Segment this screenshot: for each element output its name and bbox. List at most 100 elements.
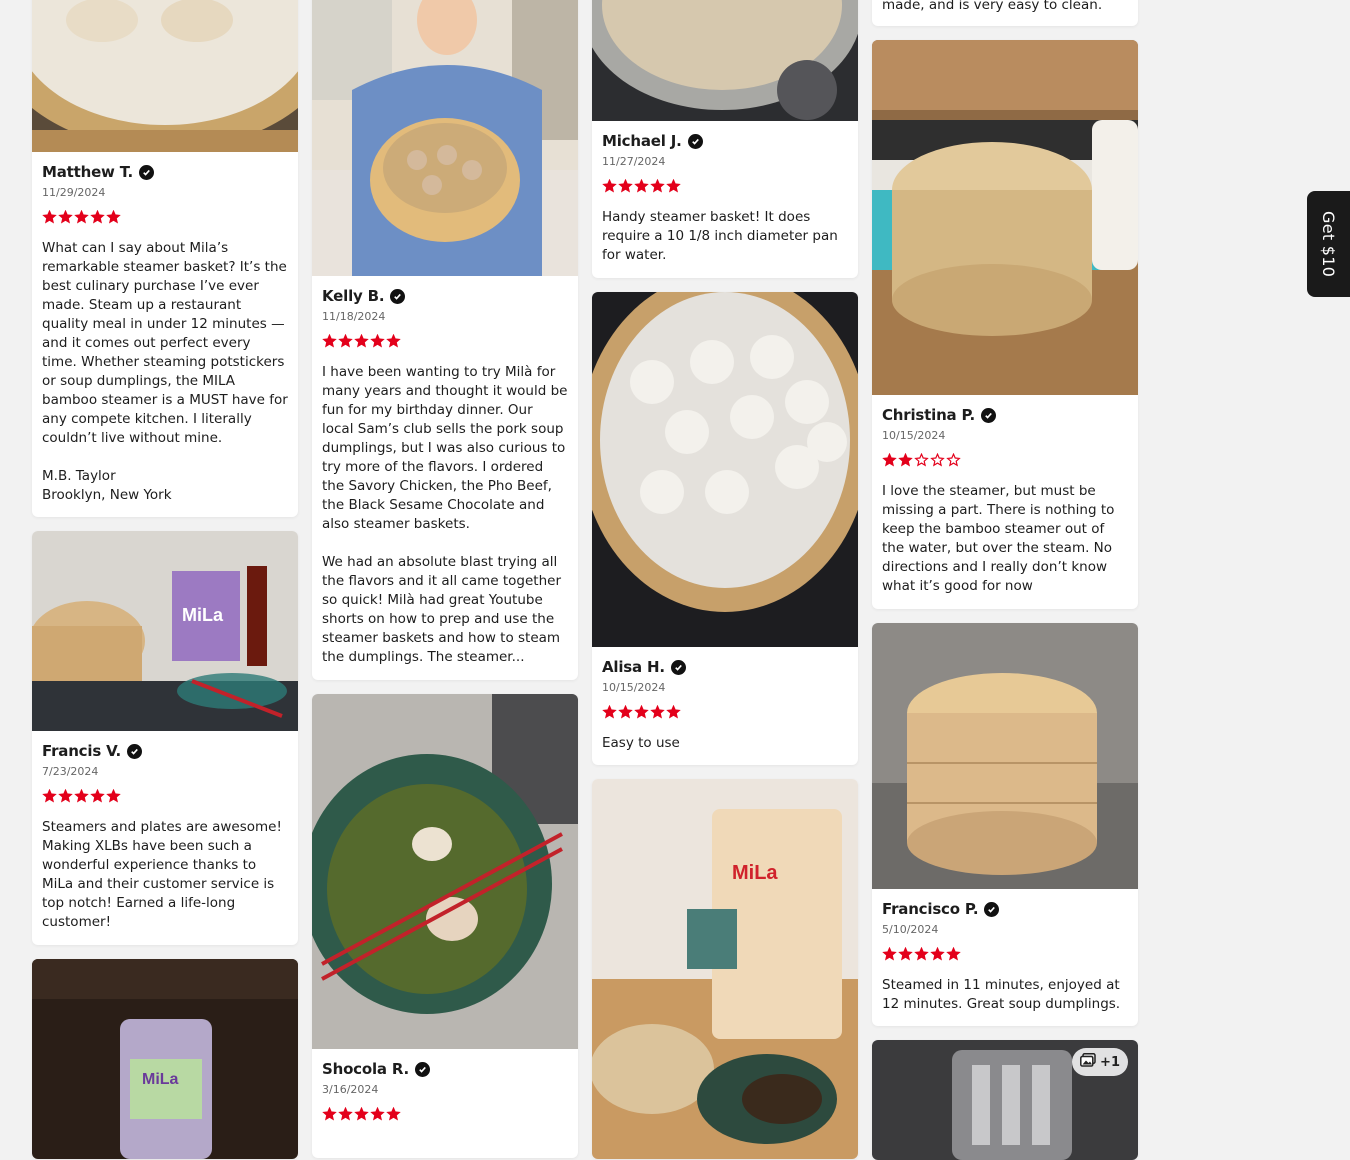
get-ten-tab[interactable]: Get $10 [1307,191,1350,297]
review-photo[interactable] [312,694,578,1049]
review-text: What can I say about Mila’s remarkable s… [42,240,288,503]
star-filled-icon [338,1107,353,1121]
review-date: 10/15/2024 [882,429,946,442]
review-text: I love the steamer, but must be missing … [882,483,1115,594]
reviewer-name: Kelly B. [322,287,385,305]
star-filled-icon [386,334,401,348]
star-filled-icon [74,210,89,224]
review-date: 3/16/2024 [322,1083,379,1096]
star-filled-icon [666,179,681,193]
review-date: 11/18/2024 [322,310,386,323]
star-filled-icon [930,947,945,961]
star-filled-icon [650,705,665,719]
star-filled-icon [322,1107,337,1121]
mila-jar-label: MiLa [142,1071,179,1088]
kitchen-photo-image: MiLa [32,531,298,731]
review-date: 7/23/2024 [42,765,99,778]
review-photo[interactable] [312,0,578,276]
counter-steamer-photo-image [872,40,1138,395]
review-photo[interactable]: MiLa [32,531,298,731]
star-filled-icon [386,1107,401,1121]
review-card[interactable]: Matthew T. 11/29/2024 What can I say abo… [32,0,298,517]
star-filled-icon [90,210,105,224]
review-date: 10/15/2024 [602,681,666,694]
person-with-steamer-photo-image [312,0,578,276]
reviewer-name: Alisa H. [602,658,665,676]
steamer-dumplings-photo-image [592,292,858,647]
review-photo[interactable] [592,0,858,121]
star-filled-icon [74,789,89,803]
star-filled-icon [106,789,121,803]
review-photo[interactable] [872,40,1138,395]
verified-icon [390,288,406,304]
verified-icon [984,901,1000,917]
verified-icon [138,164,154,180]
star-filled-icon [634,705,649,719]
review-photo[interactable]: MiLa [592,779,858,1159]
reviewer-name: Shocola R. [322,1060,409,1078]
reviewer-name: Michael J. [602,132,682,150]
star-rating [602,705,848,719]
star-filled-icon [914,947,929,961]
review-date: 5/10/2024 [882,923,939,936]
star-filled-icon [42,210,57,224]
star-filled-icon [602,705,617,719]
review-photo[interactable]: +1 [872,1040,1138,1160]
star-filled-icon [634,179,649,193]
star-rating [322,334,568,348]
review-card[interactable]: made, and is very easy to clean. [872,0,1138,26]
star-filled-icon [58,789,73,803]
review-text: I have been wanting to try Milà for many… [322,364,568,665]
review-card[interactable]: +1 [872,1040,1138,1160]
review-photo[interactable] [32,0,298,152]
review-text: Steamers and plates are awesome! Making … [42,819,282,930]
review-card[interactable]: MiLa Francis V. 7/23/2024 Steamers and p… [32,531,298,945]
star-empty-icon [930,453,945,467]
review-photo[interactable] [872,623,1138,889]
reviewer-name: Francis V. [42,742,122,760]
review-card[interactable]: Shocola R. 3/16/2024 [312,694,578,1158]
review-card[interactable]: Michael J. 11/27/2024 Handy steamer bask… [592,0,858,278]
more-photos-count: +1 [1100,1054,1120,1070]
review-date: 11/29/2024 [42,186,106,199]
review-card[interactable]: Alisa H. 10/15/2024 Easy to use [592,292,858,765]
review-text: made, and is very easy to clean. [882,0,1103,13]
review-card[interactable]: Kelly B. 11/18/2024 I have been wanting … [312,0,578,680]
star-filled-icon [42,789,57,803]
star-empty-icon [914,453,929,467]
star-rating [42,789,288,803]
star-filled-icon [338,334,353,348]
more-photos-badge[interactable]: +1 [1072,1048,1128,1076]
photos-icon [1080,1053,1096,1071]
get-ten-label: Get $10 [1319,210,1338,278]
star-filled-icon [370,334,385,348]
star-filled-icon [618,705,633,719]
star-filled-icon [898,453,913,467]
star-rating [42,210,288,224]
star-filled-icon [354,334,369,348]
pantry-photo-image: MiLa [32,959,298,1159]
review-card[interactable]: Francisco P. 5/10/2024 Steamed in 11 min… [872,623,1138,1026]
star-filled-icon [370,1107,385,1121]
star-rating [882,947,1128,961]
mila-box-label: MiLa [182,605,224,625]
verified-icon [981,407,997,423]
star-filled-icon [882,453,897,467]
verified-icon [127,743,143,759]
star-filled-icon [602,179,617,193]
star-filled-icon [58,210,73,224]
review-card[interactable]: MiLa [32,959,298,1159]
star-filled-icon [322,334,337,348]
verified-icon [687,133,703,149]
star-filled-icon [946,947,961,961]
star-filled-icon [354,1107,369,1121]
verified-icon [670,659,686,675]
star-filled-icon [106,210,121,224]
star-filled-icon [650,179,665,193]
steamer-photo-image [32,0,298,152]
review-card[interactable]: MiLa [592,779,858,1159]
reviewer-name: Matthew T. [42,163,133,181]
review-photo[interactable] [592,292,858,647]
review-photo[interactable]: MiLa [32,959,298,1159]
review-card[interactable]: Christina P. 10/15/2024 I love the steam… [872,40,1138,609]
